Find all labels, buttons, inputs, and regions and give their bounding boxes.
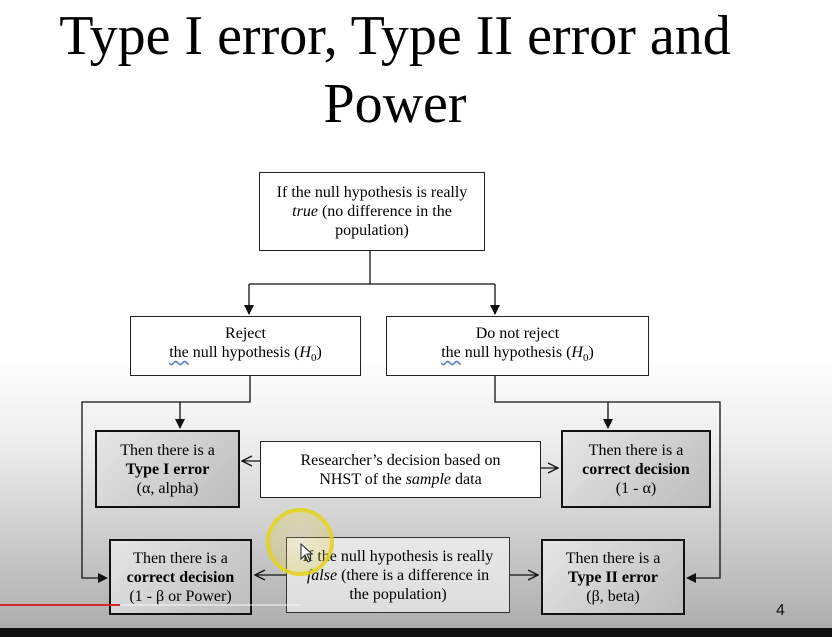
video-progress-track[interactable] bbox=[120, 604, 300, 606]
reject-line2: null hypothesis ( bbox=[188, 343, 300, 361]
reject-close: ) bbox=[316, 343, 322, 361]
power-line2: correct decision bbox=[126, 568, 235, 586]
type2-line3: (β, beta) bbox=[586, 587, 640, 605]
not-reject-box: Do not reject the null hypothesis (H0) bbox=[386, 316, 649, 376]
decision-basis-line2-end: data bbox=[451, 470, 482, 488]
not-reject-line1: Do not reject bbox=[475, 324, 560, 342]
correct-line3: (1 - α) bbox=[615, 479, 657, 497]
type1-line1: Then there is a bbox=[120, 441, 215, 459]
correct-decision-box: Then there is a correct decision (1 - α) bbox=[561, 430, 711, 508]
type-2-error-box: Then there is a Type II error (β, beta) bbox=[541, 539, 685, 615]
null-true-line1: If the null hypothesis is really bbox=[276, 184, 468, 201]
power-line1: Then there is a bbox=[133, 549, 228, 567]
type1-line3: (α, alpha) bbox=[136, 479, 199, 497]
null-true-emphasis: true bbox=[292, 203, 318, 220]
slide-number: 4 bbox=[776, 602, 785, 619]
not-reject-line2: null hypothesis ( bbox=[460, 343, 572, 361]
reject-line1: Reject bbox=[225, 324, 266, 342]
correct-line1: Then there is a bbox=[588, 441, 684, 459]
decision-basis-box: Researcher’s decision based on NHST of t… bbox=[260, 441, 541, 498]
reject-the: the bbox=[169, 343, 189, 361]
reject-box: Reject the null hypothesis (H0) bbox=[130, 316, 361, 376]
null-true-line3: population) bbox=[335, 222, 409, 239]
type-1-error-box: Then there is a Type I error (α, alpha) bbox=[95, 430, 240, 508]
not-reject-close: ) bbox=[588, 343, 594, 361]
type2-line2: Type II error bbox=[567, 568, 659, 586]
reject-h: H bbox=[299, 343, 311, 361]
power-line3: (1 - β or Power) bbox=[129, 587, 232, 605]
video-control-bar bbox=[0, 628, 832, 637]
mouse-pointer-icon bbox=[300, 543, 314, 563]
null-true-line2: (no difference in the bbox=[317, 203, 452, 220]
not-reject-the: the bbox=[441, 343, 461, 361]
null-false-line2: (there is a difference in bbox=[337, 566, 490, 584]
null-false-line3: the population) bbox=[349, 585, 447, 603]
cursor-highlight-circle bbox=[266, 508, 334, 576]
not-reject-h: H bbox=[571, 343, 583, 361]
null-true-box: If the null hypothesis is really true (n… bbox=[259, 172, 485, 251]
type2-line1: Then there is a bbox=[565, 549, 661, 567]
correct-line2: correct decision bbox=[582, 460, 690, 478]
type1-line2: Type I error bbox=[125, 460, 210, 478]
decision-basis-line2: NHST of the bbox=[319, 470, 406, 488]
decision-basis-emphasis: sample bbox=[405, 470, 452, 488]
video-progress-played[interactable] bbox=[0, 604, 120, 606]
decision-basis-line1: Researcher’s decision based on bbox=[300, 451, 501, 469]
